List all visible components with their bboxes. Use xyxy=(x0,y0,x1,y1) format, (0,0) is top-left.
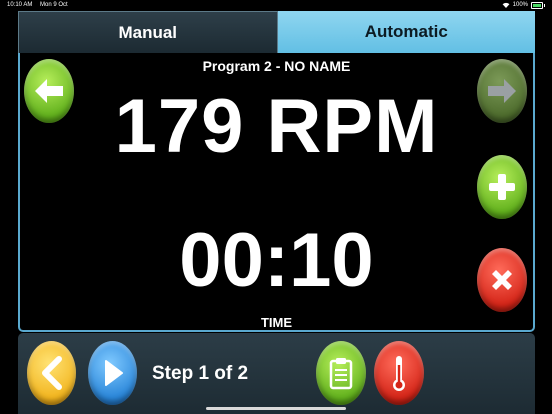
arrow-left-icon xyxy=(35,79,63,103)
play-icon xyxy=(104,360,123,386)
battery-tip xyxy=(544,3,545,7)
status-time: 10:10 AM xyxy=(7,2,33,8)
tab-manual[interactable]: Manual xyxy=(18,11,278,53)
next-step-button[interactable] xyxy=(88,341,137,405)
time-label: TIME xyxy=(260,315,293,330)
step-indicator: Step 1 of 2 xyxy=(152,363,249,384)
previous-step-button[interactable] xyxy=(27,341,76,405)
status-right: 100% xyxy=(502,1,545,9)
battery-percent: 100% xyxy=(512,2,528,8)
battery-icon xyxy=(531,1,543,9)
clipboard-button[interactable] xyxy=(316,341,366,405)
previous-program-button[interactable] xyxy=(24,59,74,123)
next-program-button[interactable] xyxy=(477,59,527,123)
tab-automatic-label: Automatic xyxy=(364,22,448,41)
temperature-button[interactable] xyxy=(374,341,424,405)
tab-automatic[interactable]: Automatic xyxy=(277,11,535,53)
time-readout: 00:10 xyxy=(179,218,374,303)
mode-tabs: Manual Automatic xyxy=(18,11,535,53)
rpm-readout: 179 RPM xyxy=(114,84,439,169)
tab-manual-label: Manual xyxy=(118,22,178,42)
program-panel: Program 2 - NO NAME 179 RPM 00:10 TIME xyxy=(18,53,535,332)
chevron-left-icon xyxy=(41,356,62,390)
status-bar: 10:10 AM Mon 9 Oct 100% xyxy=(0,0,552,10)
home-indicator xyxy=(206,407,346,410)
wifi-icon xyxy=(502,2,510,8)
plus-icon xyxy=(489,174,515,200)
status-date: Mon 9 Oct xyxy=(40,2,68,8)
x-icon xyxy=(492,270,512,290)
delete-step-button[interactable] xyxy=(477,248,527,312)
status-left: 10:10 AM Mon 9 Oct xyxy=(7,2,74,8)
program-title: Program 2 - NO NAME xyxy=(202,58,351,74)
add-step-button[interactable] xyxy=(477,155,527,219)
thermometer-icon xyxy=(393,356,405,391)
clipboard-icon xyxy=(329,358,353,390)
arrow-right-icon xyxy=(488,79,516,103)
